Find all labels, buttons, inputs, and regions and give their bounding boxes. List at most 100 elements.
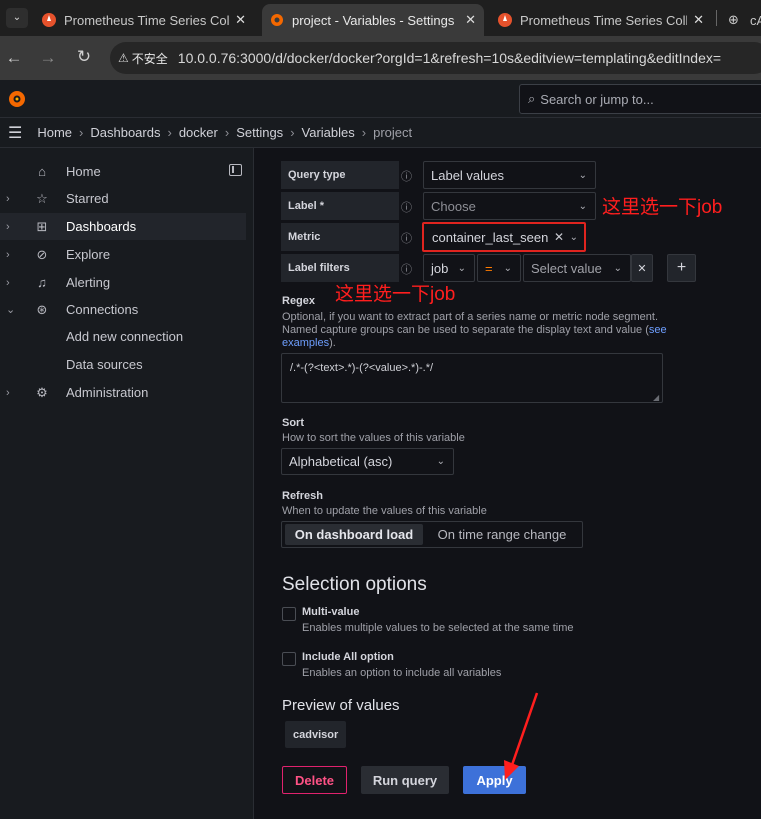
forward-arrow-icon[interactable]: → (36, 48, 60, 68)
query-type-select[interactable]: Label values ⌄ (423, 161, 596, 189)
sidebar-item-home[interactable]: ⌂ Home (0, 158, 246, 185)
tab-close-icon[interactable]: ✕ (235, 12, 246, 28)
metric-select[interactable]: container_last_seen ✕ ⌄ (422, 222, 586, 252)
button-label: Run query (372, 772, 438, 788)
description-line: Named capture groups can be used to sepa… (282, 324, 649, 336)
filter-operator-select[interactable]: = ⌄ (477, 254, 521, 282)
menu-toggle-icon[interactable]: ☰ (8, 123, 22, 143)
preview-heading: Preview of values (282, 697, 400, 714)
breadcrumb-separator-icon: › (224, 125, 230, 140)
close-icon: ✕ (637, 262, 647, 275)
tab-title: cA (750, 12, 761, 28)
info-icon[interactable]: ⓘ (401, 230, 412, 246)
sidebar-item-connections[interactable]: ⌄ ⊛ Connections (0, 296, 246, 323)
description-tail: ). (329, 337, 336, 349)
remove-filter-button[interactable]: ✕ (631, 254, 653, 282)
select-value: Label values (431, 167, 504, 183)
tab-title: Prometheus Time Series Colle (520, 12, 688, 28)
prometheus-favicon-icon (42, 13, 56, 27)
sidebar-item-starred[interactable]: › ☆ Starred (0, 185, 246, 212)
browser-tab[interactable]: ⊕ cA (720, 4, 761, 36)
info-icon[interactable]: ⓘ (401, 168, 412, 184)
include-all-checkbox[interactable] (282, 652, 296, 666)
breadcrumb-item[interactable]: Variables (302, 125, 355, 140)
regex-description: Optional, if you want to extract part of… (282, 311, 682, 350)
description-line: Optional, if you want to extract part of… (282, 311, 659, 323)
sort-select[interactable]: Alphabetical (asc) ⌄ (281, 448, 454, 475)
tab-list-dropdown-icon[interactable]: ⌄ (6, 8, 28, 28)
chevron-right-icon[interactable]: › (6, 193, 10, 205)
address-bar-row: ← → ↻ ⚠ 不安全 10.0.0.76:3000/d/docker/dock… (0, 36, 761, 80)
annotation-note: 这里选一下job (335, 284, 456, 305)
regex-title: Regex (282, 295, 316, 307)
chevron-right-icon[interactable]: › (6, 249, 10, 261)
browser-tab-active[interactable]: project - Variables - Settings ✕ (262, 4, 484, 36)
sidebar-item-add-new-connection[interactable]: Add new connection (0, 323, 246, 350)
refresh-description: When to update the values of this variab… (282, 505, 487, 517)
info-icon[interactable]: ⓘ (401, 261, 412, 277)
breadcrumb-separator-icon: › (167, 125, 172, 140)
tab-title: project - Variables - Settings (292, 12, 455, 28)
sidebar: ⌂ Home › ☆ Starred › ⊞ Dashboards › ⊘ Ex… (0, 148, 254, 819)
label-select[interactable]: Choose ⌄ (423, 192, 596, 220)
sidebar-item-dashboards[interactable]: › ⊞ Dashboards (0, 213, 246, 240)
warning-icon: ⚠ (118, 51, 129, 65)
clear-icon[interactable]: ✕ (554, 230, 564, 244)
sidebar-item-administration[interactable]: › ⚙ Administration (0, 379, 246, 406)
sidebar-item-data-sources[interactable]: Data sources (0, 351, 246, 378)
refresh-title: Refresh (282, 490, 323, 502)
tab-close-icon[interactable]: ✕ (465, 12, 476, 28)
refresh-radio-group: On dashboard load On time range change (281, 521, 583, 548)
label-field-label: Label * (281, 192, 399, 220)
option-label: On time range change (437, 527, 567, 542)
refresh-option-time-range-change[interactable]: On time range change (427, 524, 577, 545)
chevron-down-icon: ⌄ (503, 262, 512, 274)
chevron-right-icon[interactable]: › (6, 221, 10, 233)
chevron-down-icon: ⌄ (578, 169, 587, 181)
compass-icon: ⊘ (36, 246, 48, 262)
multi-value-description: Enables multiple values to be selected a… (302, 622, 574, 634)
breadcrumb-separator-icon: › (290, 125, 295, 140)
breadcrumb-item[interactable]: Dashboards (90, 125, 160, 140)
chevron-down-icon[interactable]: ⌄ (6, 303, 15, 316)
filter-key-select[interactable]: job ⌄ (423, 254, 475, 282)
browser-tab[interactable]: Prometheus Time Series Colle ✕ (490, 4, 712, 36)
resize-handle-icon[interactable]: ◢ (653, 393, 659, 402)
grafana-logo-icon[interactable] (7, 89, 27, 114)
regex-input[interactable]: /.*-(?<text>.*)-(?<value>.*)-.*/ (281, 353, 663, 403)
breadcrumb-item[interactable]: Home (37, 125, 72, 140)
sidebar-item-label: Starred (66, 191, 109, 206)
back-arrow-icon[interactable]: ← (2, 48, 26, 68)
select-value: container_last_seen (432, 229, 549, 245)
globe-favicon-icon: ⊕ (728, 12, 739, 27)
breadcrumb-item[interactable]: docker (179, 125, 218, 140)
sidebar-item-alerting[interactable]: › ♫ Alerting (0, 269, 246, 296)
run-query-button[interactable]: Run query (361, 766, 449, 794)
see-examples-link[interactable]: examples (282, 337, 329, 349)
reload-icon[interactable]: ↻ (72, 47, 96, 67)
field-label: Query type (288, 169, 346, 181)
include-all-description: Enables an option to include all variabl… (302, 667, 502, 679)
sidebar-item-explore[interactable]: › ⊘ Explore (0, 241, 246, 268)
add-filter-button[interactable]: + (667, 254, 696, 282)
select-value: Alphabetical (asc) (289, 454, 393, 469)
filter-value-select[interactable]: Select value ⌄ (523, 254, 631, 282)
refresh-option-dashboard-load[interactable]: On dashboard load (285, 524, 423, 545)
search-input[interactable]: ⌕ Search or jump to... (519, 84, 761, 114)
info-icon[interactable]: ⓘ (401, 199, 412, 215)
chevron-right-icon[interactable]: › (6, 277, 10, 289)
url-field[interactable]: ⚠ 不安全 10.0.0.76:3000/d/docker/docker?org… (110, 42, 761, 74)
annotation-arrow-icon (504, 692, 539, 780)
delete-button[interactable]: Delete (282, 766, 347, 794)
chevron-down-icon: ⌄ (569, 231, 578, 243)
chevron-right-icon[interactable]: › (6, 387, 10, 399)
browser-tab[interactable]: Prometheus Time Series Colle ✕ (34, 4, 254, 36)
multi-value-checkbox[interactable] (282, 607, 296, 621)
breadcrumb-item[interactable]: Settings (236, 125, 283, 140)
sidebar-item-label: Alerting (66, 275, 111, 290)
select-value: = (485, 260, 493, 276)
see-examples-link[interactable]: see (649, 324, 667, 336)
tab-close-icon[interactable]: ✕ (693, 12, 704, 28)
select-placeholder: Choose (431, 198, 476, 214)
prometheus-favicon-icon (498, 13, 512, 27)
